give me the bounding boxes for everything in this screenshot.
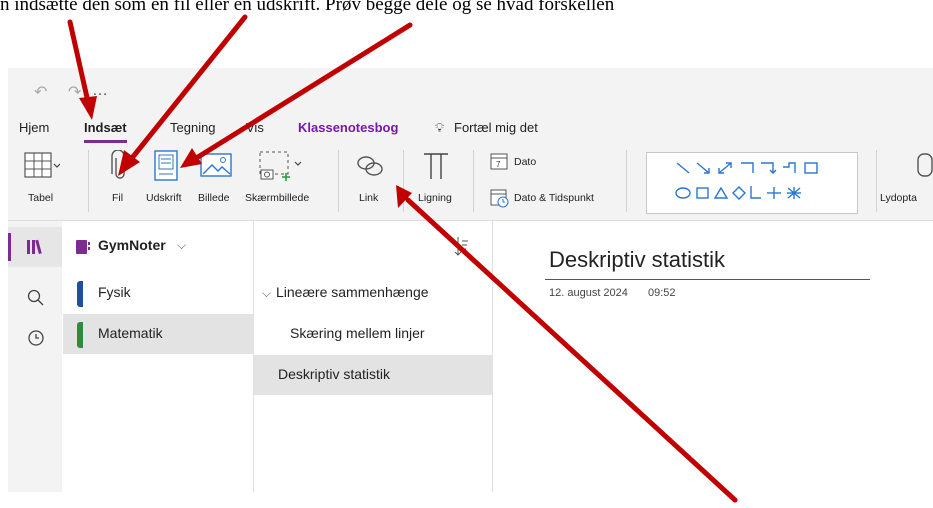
section-item-fysik[interactable]: Fysik [63,273,253,313]
link-button[interactable]: Link [359,192,378,204]
undo-icon[interactable]: ↶ [34,82,47,102]
calendar-icon: 7 [490,153,508,170]
screenshot-icon[interactable] [258,150,302,184]
tab-hjem[interactable]: Hjem [19,120,49,135]
instruction-caption: n indsætte den som en fil eller en udskr… [0,0,615,15]
page-item[interactable]: Skæring mellem linjer [254,314,492,354]
more-icon[interactable]: … [92,82,109,100]
link-icon[interactable] [356,154,384,178]
onenote-window: ↶ ↷ … Hjem Indsæt Tegning Vis Klassenote… [8,68,933,492]
page-group-label: Lineære sammenhænge [276,284,429,300]
quick-access-toolbar: ↶ ↷ … [8,68,933,114]
shapes-gallery[interactable] [646,152,858,214]
printout-icon[interactable] [153,150,179,182]
paperclip-icon[interactable] [110,150,130,182]
page-label: Deskriptiv statistik [278,366,391,382]
page-item-selected[interactable]: Deskriptiv statistik [254,355,492,395]
printout-button[interactable]: Udskrift [146,192,182,204]
section-label: Matematik [98,325,163,341]
shapes-icon[interactable] [647,153,857,213]
lightbulb-icon: 💡︎ [435,120,445,135]
redo-icon[interactable]: ↷ [68,82,81,102]
title-underline [545,279,870,280]
section-item-matematik[interactable]: Matematik [63,314,253,354]
page-label: Skæring mellem linjer [290,325,425,341]
tab-vis[interactable]: Vis [246,120,264,135]
tab-tell-me[interactable]: Fortæl mig det [454,120,538,135]
calendar-clock-icon [490,189,509,208]
section-tab-icon [77,322,83,348]
search-icon[interactable] [27,289,45,307]
chevron-down-icon[interactable]: ⌵ [262,286,271,301]
page-title[interactable]: Deskriptiv statistik [549,247,725,273]
svg-text:7: 7 [496,160,501,169]
notebooks-nav[interactable] [8,227,62,267]
file-button[interactable]: Fil [112,192,123,204]
table-icon[interactable] [24,152,60,180]
page-list: ⌵ Lineære sammenhænge Skæring mellem lin… [254,221,493,492]
audio-button[interactable]: Lydopta [880,192,917,204]
section-label: Fysik [98,284,131,300]
nav-strip [8,221,62,492]
date-button[interactable]: Dato [514,156,536,168]
screenshot-button[interactable]: Skærmbillede [245,192,309,204]
recent-clock-icon[interactable] [27,329,45,347]
ribbon-insert: Tabel Fil Udskrift Billede Skærmbillede … [8,144,933,221]
sort-icon[interactable] [454,235,470,257]
notebook-icon [76,240,90,254]
page-time: 09:52 [648,287,676,299]
table-button[interactable]: Tabel [28,192,53,204]
note-canvas[interactable]: Deskriptiv statistik 12. august 2024 09:… [493,221,933,492]
pi-icon[interactable] [422,150,450,182]
tab-tegning[interactable]: Tegning [170,120,216,135]
tab-klassenotesbog[interactable]: Klassenotesbog [298,120,398,135]
picture-icon[interactable] [200,153,232,179]
ribbon-tabs: Hjem Indsæt Tegning Vis Klassenotesbog 💡… [8,114,933,144]
page-date: 12. august 2024 [549,287,628,299]
library-icon [27,239,42,255]
date-time-button[interactable]: Dato & Tidspunkt [514,192,594,204]
equation-button[interactable]: Ligning [418,192,452,204]
section-list: GymNoter ⌵ Fysik Matematik [63,221,254,492]
audio-icon[interactable] [914,152,933,182]
chevron-down-icon[interactable]: ⌵ [177,238,186,253]
picture-button[interactable]: Billede [198,192,230,204]
tab-indsaet[interactable]: Indsæt [84,120,127,143]
notebook-name[interactable]: GymNoter [98,237,166,253]
section-tab-icon [77,281,83,307]
page-group-item[interactable]: ⌵ Lineære sammenhænge [254,273,492,313]
